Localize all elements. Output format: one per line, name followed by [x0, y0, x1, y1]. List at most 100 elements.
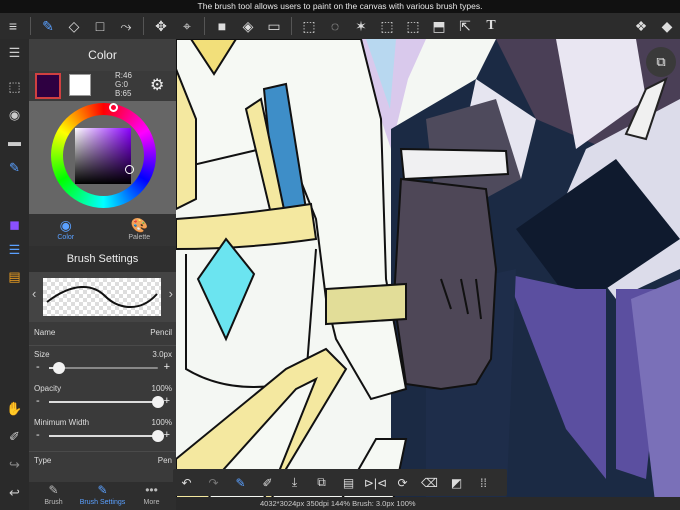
opacity-row: Opacity 100%: [29, 380, 176, 396]
materials-icon[interactable]: ❖: [628, 13, 654, 39]
selection-mode-icon[interactable]: ⬚: [2, 75, 27, 99]
paste-icon[interactable]: ▤: [335, 469, 362, 496]
brush-icon[interactable]: ✎: [35, 13, 61, 39]
tab-palette-label: Palette: [128, 234, 151, 241]
rotate-canvas-icon[interactable]: ⟳: [389, 469, 416, 496]
save-icon[interactable]: ⤓: [281, 469, 308, 496]
size-decrease-button[interactable]: -: [36, 361, 40, 373]
status-bar: 4032*3024px 350dpi 144% Brush: 3.0px 100…: [176, 497, 680, 510]
redo-icon[interactable]: ↪: [2, 453, 27, 477]
stroke-curve: [46, 285, 158, 309]
min-width-value: 100%: [151, 418, 172, 427]
undo-button[interactable]: ↶: [173, 469, 200, 496]
type-row[interactable]: Type Pen: [29, 451, 176, 473]
size-slider[interactable]: - +: [29, 361, 176, 374]
layers-icon[interactable]: ◆: [654, 13, 680, 39]
tab-more-label: More: [143, 499, 160, 506]
gradient-icon[interactable]: ▭: [261, 13, 287, 39]
hamburger-icon[interactable]: ☰: [2, 41, 27, 65]
color-set-icon[interactable]: ▤: [2, 265, 27, 289]
tab-color-label: Color: [57, 234, 75, 241]
eyedropper-icon[interactable]: ✐: [2, 425, 27, 449]
saturation-value-square[interactable]: [75, 128, 131, 184]
text-icon[interactable]: T: [478, 13, 504, 39]
hue-knob[interactable]: [109, 103, 118, 112]
selection-icon[interactable]: ⬚: [296, 13, 322, 39]
tooltip-bar: The brush tool allows users to paint on …: [0, 0, 680, 13]
hand-icon[interactable]: ✋: [2, 397, 27, 421]
curve-icon[interactable]: ⤳: [113, 13, 139, 39]
transform-icon[interactable]: ⬒: [426, 13, 452, 39]
min-width-slider[interactable]: - +: [29, 429, 176, 442]
main-color-swatch[interactable]: [35, 73, 61, 99]
tab-color[interactable]: ◉ Color: [29, 214, 103, 246]
color-swatches-row: R:46 G:0 B:65 ⚙: [29, 71, 176, 101]
tab-brush-settings[interactable]: ✎ Brush Settings: [78, 482, 127, 510]
flip-icon[interactable]: ⊳|⊲: [362, 469, 389, 496]
panel-bottom-tabs: ✎ Brush ✎ Brush Settings ••• More: [29, 482, 176, 510]
brush-tab-icon: ✎: [48, 483, 59, 497]
tab-brush-label: Brush: [44, 499, 63, 506]
type-label: Type: [34, 456, 52, 465]
red-value: R:46: [115, 71, 132, 80]
min-width-increase-button[interactable]: +: [164, 429, 170, 441]
rgb-readout: R:46 G:0 B:65: [115, 71, 132, 98]
rectangle-icon[interactable]: □: [87, 13, 113, 39]
clear-selection-icon[interactable]: ⌫: [416, 469, 443, 496]
size-increase-button[interactable]: +: [164, 361, 170, 373]
menu-icon[interactable]: ≡: [0, 13, 26, 39]
brush-list-icon[interactable]: ☰: [2, 238, 27, 262]
select-pen-icon[interactable]: ⬚: [374, 13, 400, 39]
fill-color-icon[interactable]: ■: [209, 13, 235, 39]
tab-more[interactable]: ••• More: [127, 482, 176, 510]
sub-color-swatch[interactable]: [69, 74, 91, 96]
select-eraser-icon[interactable]: ⬚: [400, 13, 426, 39]
copy-icon[interactable]: ⧉: [308, 469, 335, 496]
lasso-icon[interactable]: ◌: [322, 13, 348, 39]
min-width-row: Minimum Width 100%: [29, 414, 176, 430]
opacity-slider[interactable]: - +: [29, 395, 176, 408]
tab-palette[interactable]: 🎨 Palette: [103, 214, 177, 246]
rotate-icon[interactable]: ◉: [2, 103, 27, 127]
eraser-icon[interactable]: ◇: [61, 13, 87, 39]
color-panel-icon[interactable]: ◼: [2, 213, 27, 237]
min-width-decrease-button[interactable]: -: [36, 429, 40, 441]
min-width-thumb[interactable]: [152, 430, 164, 442]
size-thumb[interactable]: [52, 362, 65, 374]
tab-brush[interactable]: ✎ Brush: [29, 482, 78, 510]
brush-settings-title: Brush Settings: [29, 246, 176, 272]
min-width-label: Minimum Width: [34, 418, 90, 427]
stabilizer-icon[interactable]: ✎: [227, 469, 254, 496]
opacity-thumb[interactable]: [152, 396, 164, 408]
opacity-decrease-button[interactable]: -: [36, 395, 40, 407]
brush-mode-icon[interactable]: ✎: [2, 156, 27, 180]
snap-toggle-icon[interactable]: ◩: [443, 469, 470, 496]
redo-button[interactable]: ↷: [200, 469, 227, 496]
grid-menu-icon[interactable]: ⁞⁞: [470, 469, 497, 496]
size-track: [49, 362, 158, 374]
brush-name-row[interactable]: Name Pencil: [29, 322, 176, 346]
undo-icon[interactable]: ↩: [2, 481, 27, 505]
size-row: Size 3.0px: [29, 346, 176, 362]
magic-wand-icon[interactable]: ✶: [348, 13, 374, 39]
sv-knob[interactable]: [125, 165, 134, 174]
bucket-icon[interactable]: ◈: [235, 13, 261, 39]
gear-icon[interactable]: ⚙: [150, 75, 164, 95]
drawing-canvas[interactable]: ⧉: [176, 39, 680, 510]
more-icon: •••: [145, 483, 158, 497]
opacity-increase-button[interactable]: +: [164, 395, 170, 407]
snap-icon[interactable]: ⌖: [174, 13, 200, 39]
chevron-right-icon[interactable]: ›: [169, 286, 173, 301]
toolbar-divider: [291, 17, 292, 35]
chevron-left-icon[interactable]: ‹: [32, 286, 36, 301]
navigator-button[interactable]: ⧉: [646, 47, 676, 77]
size-label: Size: [34, 350, 50, 359]
ruler-icon[interactable]: ▬: [2, 129, 27, 153]
stroke-preview-area: ‹ ›: [29, 272, 176, 322]
green-value: G:0: [115, 80, 128, 89]
left-icon-rail: ☰ ⬚ ◉ ▬ ✎ ◼ ☰ ▤ ✋ ✐ ↪ ↩: [0, 39, 29, 510]
move-icon[interactable]: ✥: [148, 13, 174, 39]
eraser-quick-icon[interactable]: ✐: [254, 469, 281, 496]
select-arrow-icon[interactable]: ⇱: [452, 13, 478, 39]
color-panel-title: Color: [29, 39, 176, 71]
